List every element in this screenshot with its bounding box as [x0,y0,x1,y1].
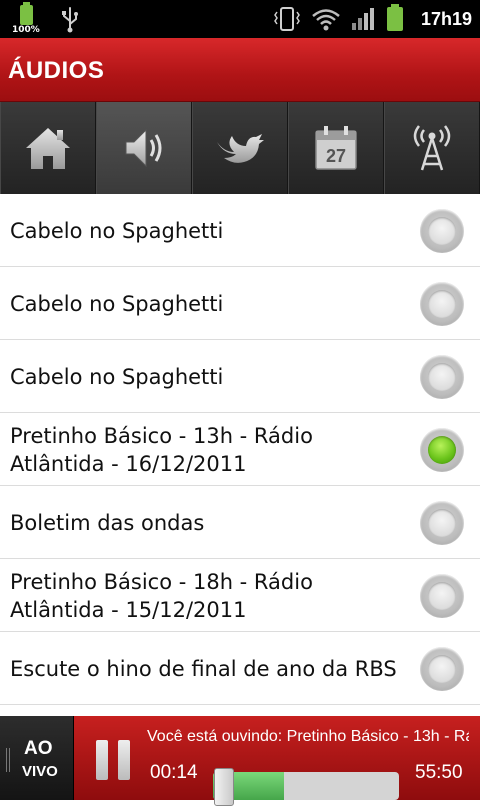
page-title: ÁUDIOS [8,57,105,84]
radio-button[interactable] [420,355,464,399]
radio-button[interactable] [420,282,464,326]
audio-list: Cabelo no Spaghetti Cabelo no Spaghetti … [0,194,480,705]
now-playing-text: Você está ouvindo: Pretinho Básico - 13h… [147,728,469,745]
audio-title: Pretinho Básico - 13h - Rádio Atlântida … [10,423,313,476]
pause-button[interactable] [96,740,130,780]
radio-button[interactable] [420,647,464,691]
tab-bar: 27 [0,102,480,194]
list-item[interactable]: Pretinho Básico - 18h - Rádio Atlântida … [0,559,480,632]
list-item[interactable]: Boletim das ondas [0,486,480,559]
tab-home[interactable] [0,102,96,194]
radio-button[interactable] [420,501,464,545]
list-item[interactable]: Cabelo no Spaghetti [0,267,480,340]
seek-thumb[interactable] [214,768,234,806]
radio-tower-icon [413,125,451,171]
audio-title: Cabelo no Spaghetti [10,218,224,243]
audio-player: AO VIVO Você está ouvindo: Pretinho Bási… [0,716,480,806]
clock: 17h19 [420,8,472,29]
tab-audios[interactable] [96,102,192,194]
audio-title: Escute o hino de final de ano da RBS [10,656,397,681]
live-button[interactable]: AO VIVO [0,716,74,800]
audio-title: Cabelo no Spaghetti [10,291,224,316]
battery-percent: 100% [12,25,40,35]
live-label-line1: AO [24,738,53,759]
tab-twitter[interactable] [192,102,288,194]
battery-icon [386,4,403,31]
status-bar: 100% 17h19 [0,0,480,38]
seek-bar[interactable] [213,768,399,806]
vibrate-icon [274,7,300,31]
wifi-icon [312,9,340,31]
battery-full-icon: 100% [12,2,42,35]
current-time: 00:14 [150,762,198,783]
tab-radio[interactable] [384,102,480,194]
calendar-icon: 27 [315,126,357,170]
list-item[interactable]: Cabelo no Spaghetti [0,194,480,267]
audio-title: Cabelo no Spaghetti [10,364,224,389]
list-item[interactable]: Escute o hino de final de ano da RBS [0,632,480,705]
list-item[interactable]: Pretinho Básico - 13h - Rádio Atlântida … [0,413,480,486]
drawer-handle-icon[interactable] [6,748,10,772]
total-time: 55:50 [415,762,463,783]
tab-calendar[interactable]: 27 [288,102,384,194]
twitter-bird-icon [217,134,264,163]
radio-button[interactable] [420,209,464,253]
audio-title: Boletim das ondas [10,510,205,535]
title-bar: ÁUDIOS [0,38,480,102]
calendar-day: 27 [326,146,346,166]
list-item[interactable]: Cabelo no Spaghetti [0,340,480,413]
signal-icon [351,8,374,30]
usb-icon [62,7,78,33]
home-icon [26,128,70,169]
audio-title: Pretinho Básico - 18h - Rádio Atlântida … [10,569,313,622]
radio-button-selected[interactable] [420,428,464,472]
speaker-icon [125,128,162,168]
pause-icon [96,740,108,780]
live-label-line2: VIVO [22,763,58,780]
radio-button[interactable] [420,574,464,618]
